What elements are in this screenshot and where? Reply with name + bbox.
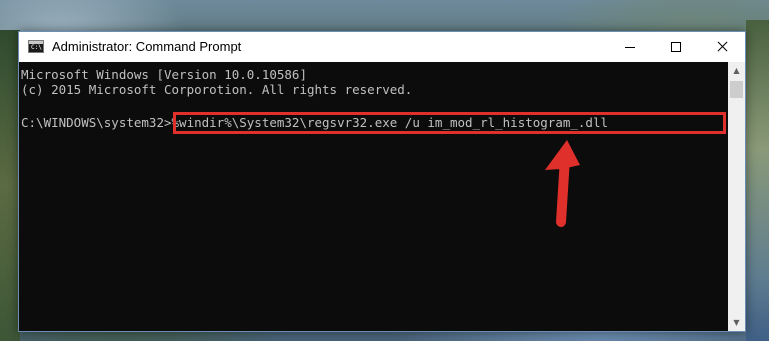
console-line-copyright: (c) 2015 Microsoft Corporotion. All righ… (21, 82, 413, 97)
console-output[interactable]: Microsoft Windows [Version 10.0.10586] (… (19, 62, 728, 331)
scroll-down-icon[interactable]: ▼ (728, 314, 745, 331)
command-highlight-box (173, 112, 726, 134)
desktop-foliage-left (0, 30, 20, 341)
command-prompt-window[interactable]: C:\ Administrator: Command Prompt Micros… (18, 31, 746, 332)
scroll-up-icon[interactable]: ▲ (728, 62, 745, 79)
cmd-app-icon[interactable]: C:\ (28, 40, 44, 53)
scroll-thumb[interactable] (730, 81, 743, 98)
console-line-version: Microsoft Windows [Version 10.0.10586] (21, 67, 307, 82)
console-prompt: C:\WINDOWS\system32> (21, 115, 172, 130)
maximize-button[interactable] (653, 32, 699, 62)
title-bar[interactable]: C:\ Administrator: Command Prompt (19, 32, 745, 62)
close-button[interactable] (699, 32, 745, 62)
vertical-scrollbar[interactable]: ▲ ▼ (728, 62, 745, 331)
maximize-icon (671, 42, 681, 52)
minimize-icon (625, 47, 635, 48)
minimize-button[interactable] (607, 32, 653, 62)
desktop-foliage-right (746, 20, 769, 341)
cmd-icon-glyph: C:\ (31, 44, 42, 51)
window-title: Administrator: Command Prompt (52, 39, 242, 54)
